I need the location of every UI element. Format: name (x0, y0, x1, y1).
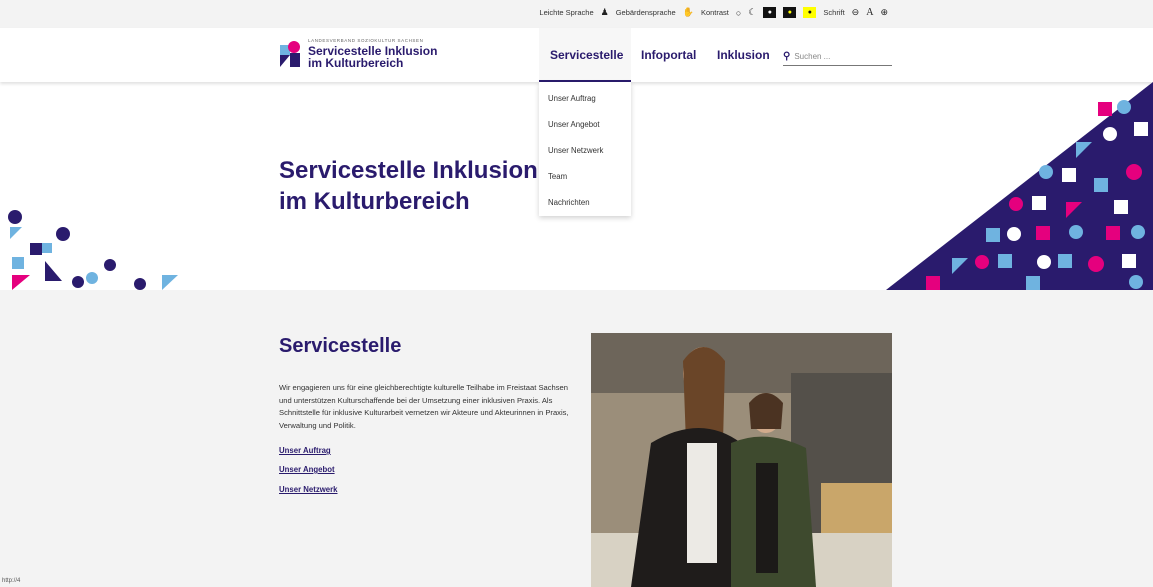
easy-language-icon[interactable]: ♟ (601, 7, 609, 18)
section-photo (591, 333, 892, 587)
dropdown-item-nachrichten[interactable]: Nachrichten (548, 198, 590, 207)
contrast-label: Kontrast (700, 8, 729, 17)
contrast-default-icon[interactable]: ○ (736, 8, 741, 18)
hero-title-line1: Servicestelle Inklusion (279, 157, 538, 184)
contrast-black-white-button[interactable]: ● (763, 7, 777, 18)
contrast-black-yellow-button[interactable]: ● (783, 7, 797, 18)
search-input[interactable]: Suchen ... (794, 52, 830, 61)
servicestelle-dropdown-menu: Unser Auftrag Unser Angebot Unser Netzwe… (539, 82, 631, 216)
dropdown-item-unser-angebot[interactable]: Unser Angebot (548, 120, 600, 129)
status-bar-url: http://4 (2, 578, 21, 584)
nav-item-servicestelle[interactable]: Servicestelle (550, 28, 623, 82)
font-reset-button[interactable]: A (866, 7, 873, 18)
search-field[interactable]: ⚲ Suchen ... (783, 47, 892, 66)
accessibility-bar: Leichte Sprache ♟ Gebärdensprache ✋ Kont… (0, 0, 1153, 28)
dropdown-item-team[interactable]: Team (548, 172, 567, 181)
contrast-dark-mode-icon[interactable]: ☾ (748, 7, 756, 18)
dropdown-item-unser-auftrag[interactable]: Unser Auftrag (548, 94, 596, 103)
easy-language-link[interactable]: Leichte Sprache (539, 8, 593, 17)
dropdown-item-unser-netzwerk[interactable]: Unser Netzwerk (548, 146, 603, 155)
hero-left-decoration (8, 210, 178, 290)
search-icon[interactable]: ⚲ (783, 51, 790, 62)
link-unser-auftrag[interactable]: Unser Auftrag (279, 446, 331, 455)
content-section (0, 290, 1153, 587)
accessibility-controls: Leichte Sprache ♟ Gebärdensprache ✋ Kont… (539, 7, 888, 18)
sign-language-link[interactable]: Gebärdensprache (616, 8, 676, 17)
link-unser-netzwerk[interactable]: Unser Netzwerk (279, 485, 338, 494)
logo-subtitle: LANDESVERBAND SOZIOKULTUR SACHSEN (308, 38, 424, 43)
sign-language-icon[interactable]: ✋ (683, 7, 694, 18)
font-increase-icon[interactable]: ⊕ (880, 7, 888, 18)
logo-mark-icon (280, 40, 300, 67)
nav-label: Inklusion (717, 48, 770, 62)
link-unser-angebot[interactable]: Unser Angebot (279, 465, 335, 474)
nav-label: Servicestelle (550, 48, 624, 62)
nav-label: Infoportal (641, 48, 697, 62)
hero-title: Servicestelle Inklusion im Kulturbereich (279, 155, 538, 217)
section-title: Servicestelle (279, 335, 402, 357)
nav-item-inklusion[interactable]: Inklusion (717, 28, 770, 82)
nav-item-infoportal[interactable]: Infoportal (641, 28, 696, 82)
hero-title-line2: im Kulturbereich (279, 188, 470, 215)
font-decrease-icon[interactable]: ⊖ (852, 7, 860, 18)
site-logo[interactable]: LANDESVERBAND SOZIOKULTUR SACHSEN Servic… (280, 38, 437, 69)
logo-title-line2: im Kulturbereich (308, 56, 404, 70)
hero-right-decoration (886, 82, 1153, 290)
section-text: Wir engagieren uns für eine gleichberech… (279, 383, 569, 430)
contrast-yellow-black-button[interactable]: ● (803, 7, 817, 18)
font-label: Schrift (823, 8, 845, 17)
